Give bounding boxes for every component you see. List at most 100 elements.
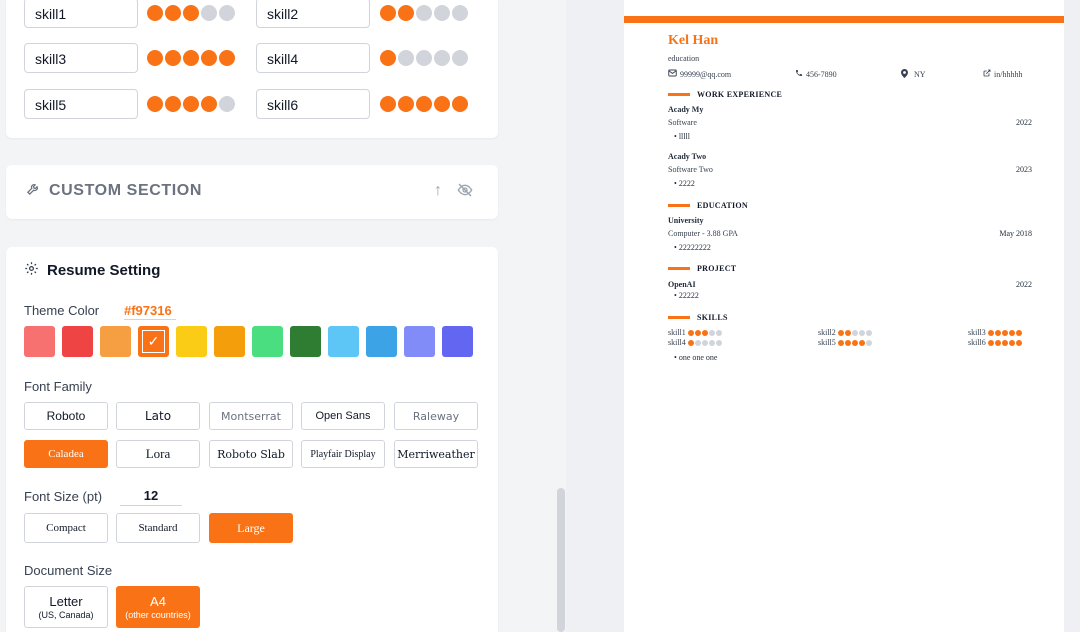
rating-dot[interactable] [219,5,235,21]
skill-input-1[interactable]: skill1 [24,0,138,28]
rating-dot[interactable] [147,50,163,66]
rating-dot[interactable] [398,96,414,112]
rating-dot[interactable] [147,5,163,21]
rating-dot[interactable] [183,96,199,112]
rating-dot[interactable] [183,5,199,21]
rating-dot[interactable] [147,96,163,112]
theme-swatch[interactable] [328,326,359,357]
rating-dot[interactable] [434,50,450,66]
rating-dot[interactable] [165,50,181,66]
font-option-playfair-display[interactable]: Playfair Display [301,440,385,468]
resume-skill-2-name: skill2 [818,328,836,337]
font-option-roboto-slab[interactable]: Roboto Slab [209,440,293,468]
doc-size-a4[interactable]: A4 (other countries) [116,586,200,628]
skill-rating-4[interactable] [380,50,468,66]
resume-rating-dot [1008,340,1015,347]
size-option-compact[interactable]: Compact [24,513,108,543]
font-option-roboto[interactable]: Roboto [24,402,108,430]
work-2-company: Acady Two [668,152,707,161]
theme-swatch[interactable] [214,326,245,357]
doc-size-letter[interactable]: Letter (US, Canada) [24,586,108,628]
resume-rating-dot [708,330,715,337]
size-option-standard[interactable]: Standard [116,513,200,543]
resume-skill-3-rating [987,330,1022,337]
theme-swatch[interactable] [290,326,321,357]
rating-dot[interactable] [416,96,432,112]
eye-off-icon[interactable] [456,182,474,203]
font-option-lora[interactable]: Lora [116,440,200,468]
skill-rating-5[interactable] [147,96,235,112]
theme-swatch[interactable] [100,326,131,357]
resume-rating-dot [994,330,1001,337]
rating-dot[interactable] [201,50,217,66]
rating-dot[interactable] [201,5,217,21]
skill-rating-3[interactable] [147,50,235,66]
resume-skill-6-rating [987,340,1022,347]
theme-swatch[interactable] [404,326,435,357]
font-option-raleway[interactable]: Raleway [394,402,478,430]
rating-dot[interactable] [416,5,432,21]
editor-scrollbar[interactable] [556,0,566,632]
theme-swatch[interactable] [176,326,207,357]
rating-dot[interactable] [416,50,432,66]
work-1-bullet: • lllll [674,132,690,141]
theme-swatch[interactable] [252,326,283,357]
font-size-input[interactable]: 12 [120,488,182,506]
skill-input-4[interactable]: skill4 [256,43,370,73]
theme-swatch[interactable] [24,326,55,357]
skill-input-5[interactable]: skill5 [24,89,138,119]
size-option-large[interactable]: Large [209,513,293,543]
rating-dot[interactable] [380,96,396,112]
project-date: 2022 [1016,280,1032,289]
font-option-montserrat[interactable]: Montserrat [209,402,293,430]
skill-input-2[interactable]: skill2 [256,0,370,28]
rating-dot[interactable] [165,5,181,21]
rating-dot[interactable] [398,50,414,66]
font-option-lato[interactable]: Lato [116,402,200,430]
skill-rating-2[interactable] [380,5,468,21]
resume-rating-dot [851,330,858,337]
rating-dot[interactable] [380,50,396,66]
resume-project-heading: PROJECT [668,264,736,273]
scrollbar-thumb[interactable] [557,488,565,632]
rating-dot[interactable] [201,96,217,112]
rating-dot[interactable] [452,5,468,21]
arrow-up-icon[interactable]: ↑ [434,182,442,203]
rating-dot[interactable] [452,50,468,66]
theme-swatch[interactable] [366,326,397,357]
work-1-date: 2022 [1016,118,1032,127]
skill-input-6[interactable]: skill6 [256,89,370,119]
rating-dot[interactable] [165,96,181,112]
rating-dot[interactable] [219,96,235,112]
resume-linkedin: in/hhhhh [983,69,1022,79]
resume-rating-dot [837,330,844,337]
theme-swatch[interactable] [62,326,93,357]
skill-rating-6[interactable] [380,96,468,112]
skill-rating-1[interactable] [147,5,235,21]
resume-rating-dot [715,340,722,347]
resume-rating-dot [708,340,715,347]
location-pin-icon [901,69,908,80]
rating-dot[interactable] [380,5,396,21]
theme-swatch[interactable] [442,326,473,357]
resume-skill-1: skill1 [668,328,722,337]
rating-dot[interactable] [398,5,414,21]
skill-input-3[interactable]: skill3 [24,43,138,73]
mail-icon [668,69,677,79]
rating-dot[interactable] [434,96,450,112]
section-accent-line [668,267,690,270]
font-option-open-sans[interactable]: Open Sans [301,402,385,430]
resume-rating-dot [858,340,865,347]
resume-skill-1-rating [687,330,722,337]
font-option-merriweather[interactable]: Merriweather [394,440,478,468]
work-1-company: Acady My [668,105,704,114]
theme-color-input[interactable]: #f97316 [124,303,176,320]
rating-dot[interactable] [183,50,199,66]
resume-skills-heading-text: SKILLS [697,313,728,322]
rating-dot[interactable] [219,50,235,66]
skills-card: skill1 skill2 skill3 skill4 skill5 skill… [6,0,498,138]
theme-swatch[interactable]: ✓ [138,326,169,357]
rating-dot[interactable] [452,96,468,112]
font-option-caladea[interactable]: Caladea [24,440,108,468]
rating-dot[interactable] [434,5,450,21]
